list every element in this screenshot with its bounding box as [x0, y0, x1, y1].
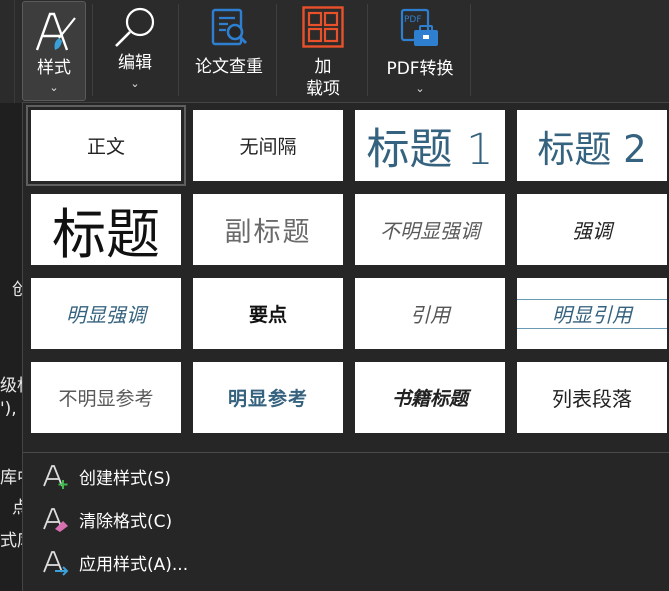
- document-text: 式库: [0, 531, 22, 551]
- clear-formatting-label: 清除格式(C): [79, 511, 173, 532]
- document-text: 创: [12, 280, 22, 300]
- chevron-down-icon: ⌄: [415, 82, 425, 95]
- style-tile-subtle-emphasis[interactable]: 不明显强调: [355, 194, 505, 265]
- pdf-convert-icon: PDF: [400, 8, 438, 46]
- edit-label: 编辑: [118, 53, 152, 73]
- style-name: 明显参考: [227, 388, 308, 410]
- addins-button[interactable]: 加 载项: [280, 0, 366, 100]
- edit-button[interactable]: 编辑 ⌄: [100, 0, 170, 100]
- style-name: 要点: [248, 304, 287, 326]
- intense-quote-rule-box: 明显引用: [517, 298, 667, 329]
- style-name: 标题 2: [537, 127, 647, 171]
- style-tile-emphasis[interactable]: 强调: [517, 194, 667, 265]
- ribbon-separator: [367, 4, 368, 96]
- style-name: 不明显强调: [380, 219, 480, 243]
- clear-formatting-icon: [43, 508, 68, 532]
- style-name: 不明显参考: [58, 388, 154, 410]
- pdf-convert-label: PDF转换: [386, 59, 454, 79]
- ribbon-separator: [92, 4, 93, 96]
- document-edge: 创 级标 '), 库中 点 式库: [0, 103, 22, 590]
- ribbon-separator: [276, 4, 277, 96]
- style-name: 明显引用: [552, 303, 632, 327]
- style-tile-book-title[interactable]: 书籍标题: [355, 362, 505, 433]
- search-icon: [115, 7, 155, 47]
- document-text: '),: [0, 399, 17, 419]
- paper-check-label: 论文查重: [195, 57, 263, 77]
- style-name: 书籍标题: [391, 388, 468, 410]
- paper-check-button[interactable]: 论文查重: [186, 0, 272, 100]
- apply-styles-menu-item[interactable]: 应用样式(A)...: [23, 542, 669, 582]
- styles-gallery: 正文 无间隔 标题 1 标题 2 标题 副标题 不明显强调 强调 明显强调 要点…: [22, 102, 669, 591]
- clear-formatting-menu-item[interactable]: 清除格式(C): [23, 499, 669, 539]
- style-name: 无间隔: [239, 136, 297, 158]
- ribbon-separator: [470, 4, 471, 96]
- style-name: 副标题: [224, 217, 312, 248]
- ribbon-separator: [178, 4, 179, 96]
- style-tile-intense-reference[interactable]: 明显参考: [193, 362, 343, 433]
- pdf-convert-button[interactable]: PDF PDF转换 ⌄: [372, 0, 468, 100]
- chevron-down-icon: ⌄: [49, 81, 59, 94]
- style-tile-list-paragraph[interactable]: 列表段落: [517, 362, 667, 433]
- addins-grid-icon: [302, 6, 344, 48]
- create-style-icon: [43, 465, 68, 489]
- chevron-down-icon: ⌄: [130, 77, 140, 90]
- style-tile-heading-1[interactable]: 标题 1: [355, 110, 505, 181]
- style-tile-subtitle[interactable]: 副标题: [193, 194, 343, 265]
- document-search-icon: [211, 8, 248, 46]
- styles-button[interactable]: 样式 ⌄: [22, 1, 86, 101]
- style-name: 正文: [86, 136, 125, 158]
- style-name: 列表段落: [552, 387, 632, 411]
- addins-label-line2: 载项: [306, 79, 340, 99]
- style-name: 强调: [572, 219, 612, 243]
- style-tile-strong[interactable]: 要点: [193, 278, 343, 349]
- style-name: 明显强调: [66, 303, 146, 327]
- style-tile-subtle-reference[interactable]: 不明显参考: [31, 362, 181, 433]
- document-text: 点: [12, 498, 22, 518]
- pdf-icon-text: PDF: [404, 15, 422, 25]
- style-tile-normal[interactable]: 正文: [26, 105, 186, 186]
- style-tile-intense-quote[interactable]: 明显引用: [517, 278, 667, 349]
- style-tile-quote[interactable]: 引用: [355, 278, 505, 349]
- styles-label: 样式: [37, 58, 71, 78]
- document-text: 库中: [0, 468, 22, 488]
- styles-icon: [35, 12, 76, 51]
- style-name: 标题: [52, 203, 160, 265]
- addins-label-line1: 加: [314, 57, 332, 77]
- create-style-menu-item[interactable]: 创建样式(S): [23, 456, 669, 496]
- ribbon-left-edge: [0, 0, 15, 103]
- style-tile-no-spacing[interactable]: 无间隔: [193, 110, 343, 181]
- apply-styles-label: 应用样式(A)...: [79, 554, 189, 575]
- style-tile-intense-emphasis[interactable]: 明显强调: [31, 278, 181, 349]
- style-tile-heading-2[interactable]: 标题 2: [517, 110, 667, 181]
- apply-styles-icon: [43, 551, 69, 576]
- style-name: 标题 1: [366, 124, 494, 175]
- menu-divider: [23, 452, 669, 453]
- style-tile-title[interactable]: 标题: [31, 194, 181, 265]
- ribbon: 样式 ⌄ 编辑 ⌄ 论文查重 加 载项 PDF PDF转换 ⌄: [0, 0, 669, 103]
- style-name: 引用: [410, 303, 450, 327]
- create-style-label: 创建样式(S): [79, 468, 172, 489]
- document-text: 级标: [0, 376, 22, 396]
